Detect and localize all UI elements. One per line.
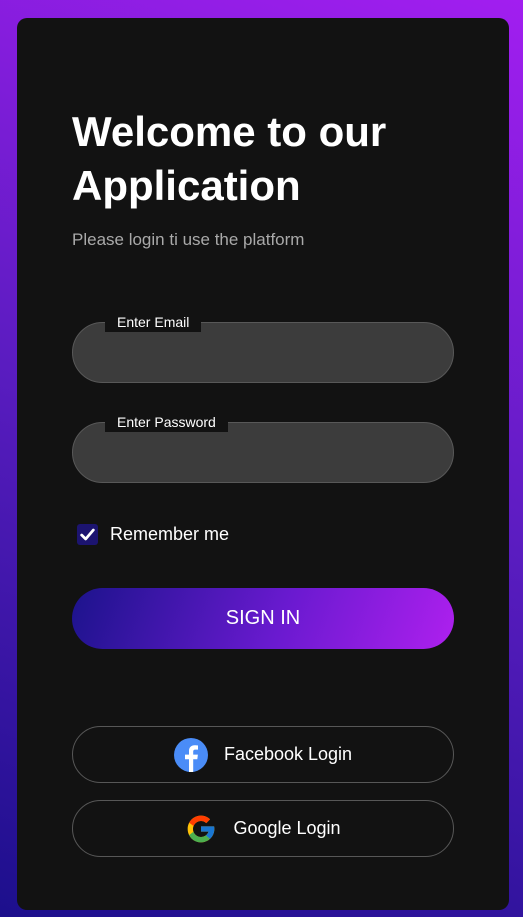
google-login-label: Google Login — [233, 818, 341, 838]
checkmark-icon — [80, 528, 95, 541]
google-icon — [185, 813, 217, 845]
password-field[interactable]: Enter Password — [72, 413, 454, 483]
page-subtitle: Please login ti use the platform — [72, 230, 305, 249]
facebook-login-label: Facebook Login — [223, 744, 353, 764]
remember-label: Remember me — [110, 524, 230, 544]
google-login-button[interactable]: Google Login — [72, 800, 454, 857]
email-field[interactable]: Enter Email — [72, 313, 454, 383]
login-card: Welcome to our Application Please login … — [17, 18, 509, 910]
sign-in-button[interactable]: SIGN IN — [72, 588, 454, 649]
facebook-icon — [173, 737, 208, 772]
email-label: Enter Email — [105, 313, 202, 332]
page-title: Welcome to our Application — [72, 108, 387, 209]
password-label: Enter Password — [105, 413, 228, 432]
facebook-login-button[interactable]: Facebook Login — [72, 726, 454, 783]
remember-me[interactable]: Remember me — [77, 524, 229, 545]
remember-checkbox[interactable] — [77, 524, 98, 545]
